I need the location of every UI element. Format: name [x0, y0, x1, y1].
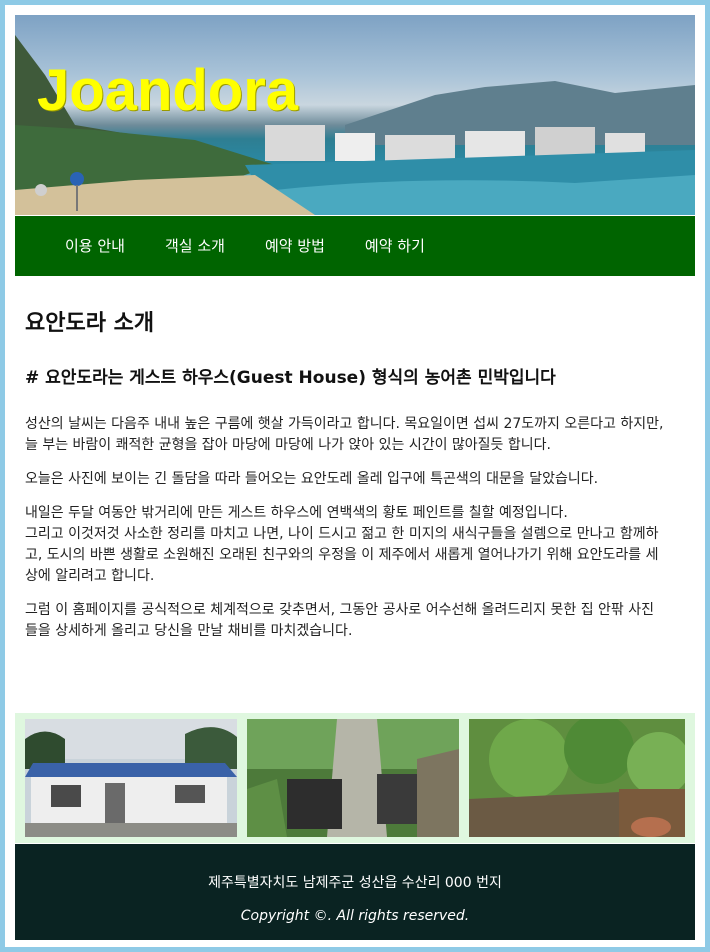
site-footer: 제주특별자치도 남제주군 성산읍 수산리 000 번지 Copyright ©.… — [15, 844, 695, 940]
site-logo[interactable]: Joandora — [37, 57, 298, 124]
paragraph: 그럼 이 홈페이지를 공식적으로 체계적으로 갖추면서, 그동안 공사로 어수선… — [25, 602, 655, 639]
footer-copyright: Copyright ©. All rights reserved. — [240, 908, 470, 924]
main-content: 요안도라 소개 # 요안도라는 게스트 하우스(Guest House) 형식의… — [25, 287, 665, 642]
paragraph: 내일은 두달 여동안 밖거리에 만든 게스트 하우스에 연백색의 황토 페인트를… — [25, 505, 568, 521]
paragraph: 성산의 날씨는 다음주 내내 높은 구름에 햇살 가득이라고 합니다. 목요일이… — [25, 416, 664, 453]
nav-item-how-to-book[interactable]: 예약 방법 — [245, 216, 345, 276]
paragraph: 오늘은 사진에 보이는 긴 돌담을 따라 들어오는 요안도레 올레 입구에 특곤… — [25, 471, 599, 487]
photo-strip — [15, 713, 695, 843]
page-frame: Joandora 이용 안내 객실 소개 예약 방법 예약 하기 요안도라 소개… — [5, 5, 705, 947]
nav-item-book-now[interactable]: 예약 하기 — [345, 216, 445, 276]
photo-alley[interactable] — [247, 719, 459, 837]
page-subtitle: # 요안도라는 게스트 하우스(Guest House) 형식의 농어촌 민박입… — [25, 368, 556, 388]
main-nav: 이용 안내 객실 소개 예약 방법 예약 하기 — [15, 216, 695, 276]
header-banner-image: Joandora — [15, 15, 695, 215]
footer-address: 제주특별자치도 남제주군 성산읍 수산리 000 번지 — [208, 875, 502, 891]
photo-garden[interactable] — [469, 719, 685, 837]
nav-item-usage-guide[interactable]: 이용 안내 — [45, 216, 145, 276]
paragraph: 그리고 이것저것 사소한 정리를 마치고 나면, 나이 드시고 젊고 한 미지의… — [25, 526, 659, 584]
page-title: 요안도라 소개 — [25, 311, 155, 336]
nav-item-rooms[interactable]: 객실 소개 — [145, 216, 245, 276]
photo-house[interactable] — [25, 719, 237, 837]
